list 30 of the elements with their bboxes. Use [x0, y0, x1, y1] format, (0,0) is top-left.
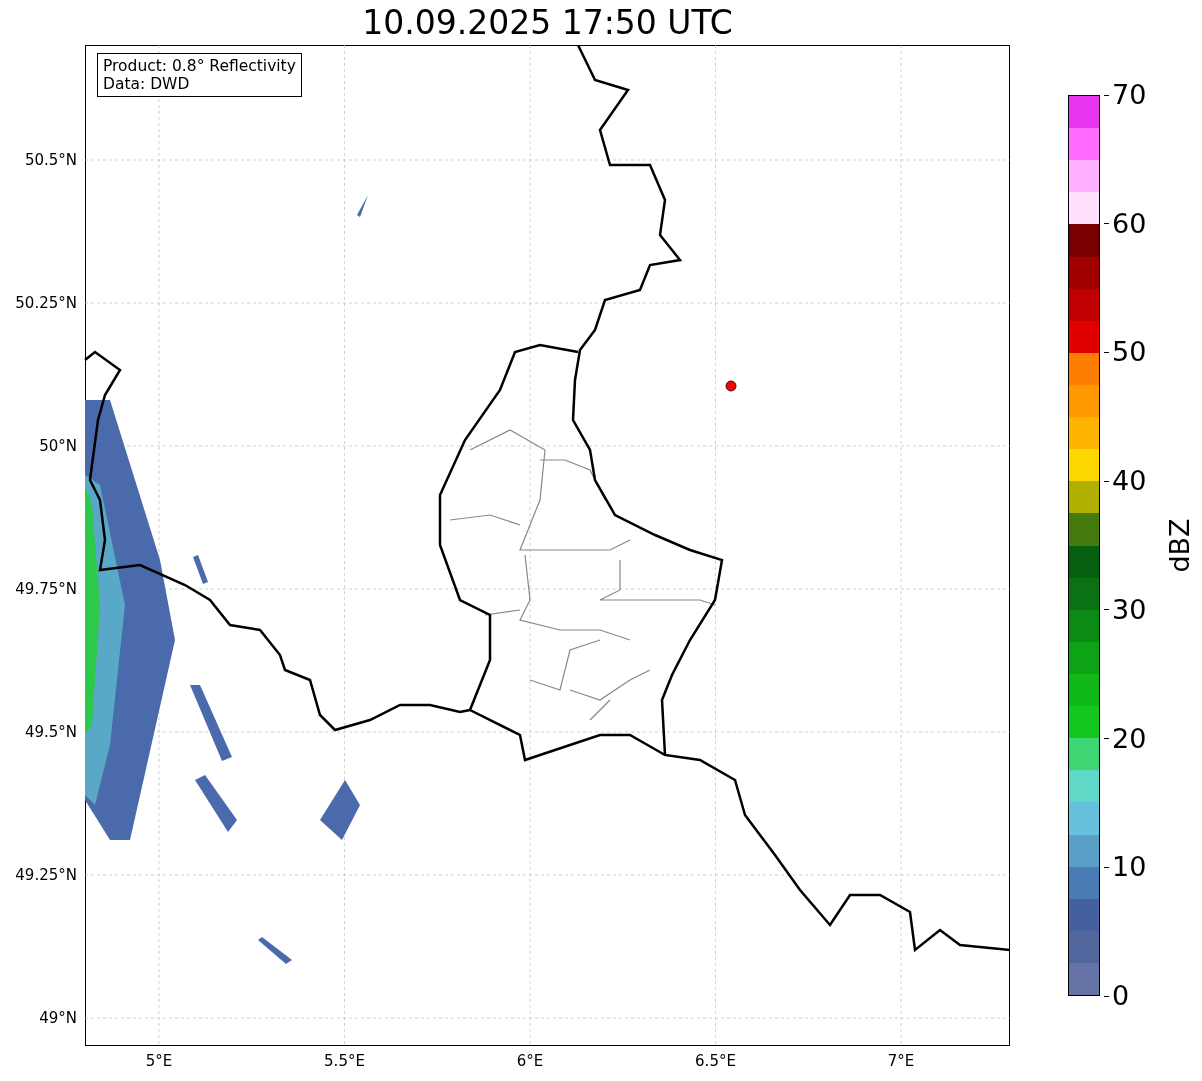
radar-echo [320, 780, 360, 840]
latitude-label: 50.25°N [15, 294, 77, 312]
latitude-label: 50°N [39, 437, 77, 455]
latitude-label: 49°N [39, 1009, 77, 1027]
colorbar-tick-label: 70 [1104, 81, 1147, 109]
colorbar-tick-label: 20 [1104, 724, 1147, 753]
colorbar-tick-label: 10 [1104, 853, 1147, 882]
info-text: Product: 0.8° Reflectivity [103, 57, 296, 75]
colorbar-tick-label: 50 [1104, 338, 1147, 367]
longitude-label: 5.5°E [324, 1052, 365, 1070]
colorbar-label: dBZ [1163, 518, 1195, 573]
colorbar-tick-label: 0 [1104, 982, 1130, 1010]
location-marker [725, 380, 737, 392]
radar-echo [258, 937, 292, 964]
chart-title: 10.09.2025 17:50 UTC [362, 3, 733, 42]
latitude-label: 49.25°N [15, 866, 77, 884]
longitude-label: 6.5°E [695, 1052, 736, 1070]
longitude-label: 6°E [516, 1052, 544, 1070]
radar-echo [357, 195, 368, 217]
latitude-label: 49.5°N [24, 723, 77, 741]
longitude-label: 5°E [145, 1052, 173, 1070]
colorbar-tick-label: 40 [1104, 467, 1147, 496]
latitude-label: 49.75°N [15, 580, 77, 598]
latitude-label: 50.5°N [24, 151, 77, 169]
colorbar-tick-label: 30 [1104, 595, 1147, 624]
info-text: Data: DWD [103, 75, 191, 93]
longitude-label: 7°E [887, 1052, 915, 1070]
colorbar-tick-label: 60 [1104, 209, 1147, 238]
radar-echo [193, 555, 208, 584]
radar-echo [195, 775, 237, 832]
